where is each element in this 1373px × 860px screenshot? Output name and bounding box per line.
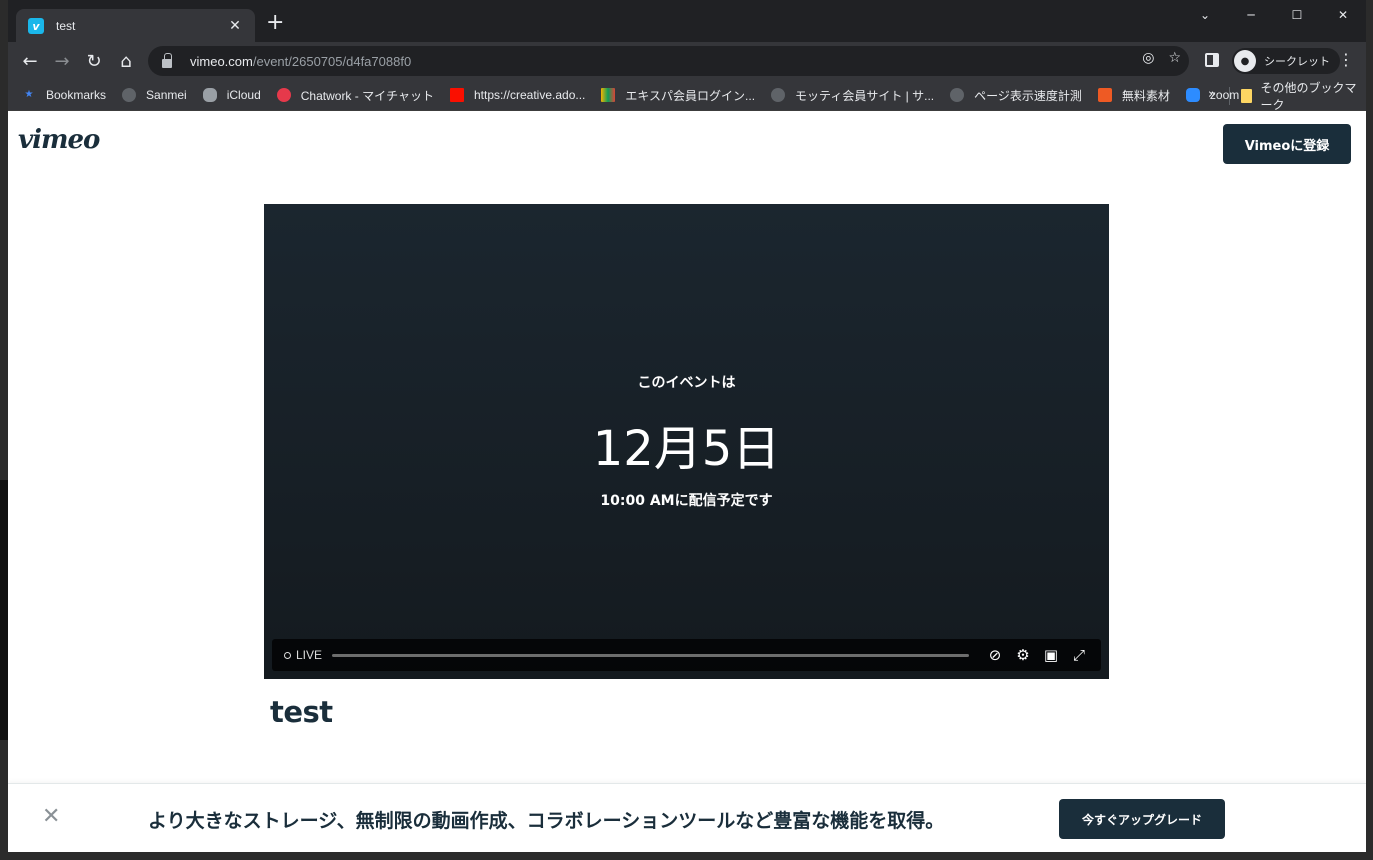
event-pre-text: このイベントは xyxy=(637,375,736,391)
address-bar[interactable]: vimeo.com/event/2650705/d4fa7088f0 ◎ ☆ xyxy=(148,46,1189,76)
progress-bar[interactable] xyxy=(332,653,969,657)
bookmark-label: モッティ会員サイト | サ... xyxy=(795,88,935,103)
new-tab-button[interactable]: + xyxy=(266,12,284,34)
window-controls: ⌄ ─ ☐ ✕ xyxy=(1182,0,1366,30)
taskbar-peek xyxy=(0,852,1373,860)
vimeo-event-page: vimeo Vimeoに登録 このイベントは 12月5日 10:00 AMに配信… xyxy=(8,111,1366,852)
minimize-button[interactable]: ─ xyxy=(1228,0,1274,30)
eye-off-icon[interactable]: ◎ xyxy=(1142,50,1154,66)
bookmark-item[interactable]: ページ表示速度計測 xyxy=(950,87,1082,104)
bookmark-star-icon[interactable]: ☆ xyxy=(1168,50,1181,66)
fullscreen-icon[interactable]: ⤢ xyxy=(1065,646,1093,664)
globe-icon xyxy=(950,88,965,102)
bookmark-label: iCloud xyxy=(226,88,261,102)
bookmark-item[interactable]: モッティ会員サイト | サ... xyxy=(771,87,934,104)
side-panel-icon[interactable] xyxy=(1205,53,1219,67)
signup-button[interactable]: Vimeoに登録 xyxy=(1223,124,1351,164)
folder-icon xyxy=(1241,88,1252,103)
browser-window: v test ✕ + ⌄ ─ ☐ ✕ ← → ↻ ⌂ vimeo.com/eve… xyxy=(8,0,1366,852)
bookmark-item[interactable]: https://creative.ado... xyxy=(449,88,586,102)
bookmark-label: 無料素材 xyxy=(1121,88,1170,103)
bookmarks-overflow-icon[interactable]: » xyxy=(1208,87,1216,102)
menu-kebab-icon[interactable]: ⋮ xyxy=(1338,52,1354,68)
zoom-icon xyxy=(1185,88,1200,102)
lock-icon xyxy=(162,52,172,68)
event-date: 12月5日 xyxy=(592,421,781,477)
bookmark-item[interactable]: iCloud xyxy=(202,88,261,102)
tab-search-chevron-icon[interactable]: ⌄ xyxy=(1182,0,1228,30)
picture-in-picture-icon[interactable]: ▣ xyxy=(1037,646,1065,664)
globe-icon xyxy=(122,88,137,102)
bookmark-label: Bookmarks xyxy=(46,88,107,102)
bookmark-item[interactable]: ★ Bookmarks xyxy=(22,88,107,102)
settings-gear-icon[interactable]: ⚙ xyxy=(1009,646,1037,664)
bookmark-item[interactable]: Sanmei xyxy=(122,88,187,102)
bookmark-label: https://creative.ado... xyxy=(473,88,586,102)
apple-icon xyxy=(202,88,217,102)
desktop-background xyxy=(0,480,8,740)
player-controls: LIVE ⊘ ⚙ ▣ ⤢ xyxy=(272,639,1101,671)
bookmark-label: Chatwork - マイチャット xyxy=(300,88,434,103)
event-time: 10:00 AMに配信予定です xyxy=(600,493,773,509)
close-window-button[interactable]: ✕ xyxy=(1320,0,1366,30)
live-label: LIVE xyxy=(296,648,323,662)
home-icon[interactable]: ⌂ xyxy=(114,49,138,73)
bookmark-item[interactable]: エキスパ会員ログイン... xyxy=(601,87,755,104)
incognito-label: シークレット xyxy=(1264,55,1330,68)
star-icon: ★ xyxy=(24,89,34,100)
bookmark-label: ページ表示速度計測 xyxy=(974,88,1082,103)
bookmark-label: エキスパ会員ログイン... xyxy=(625,88,756,103)
live-indicator: LIVE xyxy=(284,648,322,662)
upgrade-banner: ✕ より大きなストレージ、無制限の動画作成、コラボレーションツールなど豊富な機能… xyxy=(8,783,1366,852)
adobe-icon xyxy=(449,88,464,102)
bookmarks-divider xyxy=(1229,87,1230,105)
other-bookmarks[interactable]: その他のブックマーク xyxy=(1241,80,1366,112)
tab-active[interactable]: v test ✕ xyxy=(16,9,255,43)
chatwork-icon xyxy=(276,88,291,102)
bookmark-label: Sanmei xyxy=(146,88,187,102)
video-player[interactable]: このイベントは 12月5日 10:00 AMに配信予定です LIVE ⊘ ⚙ ▣… xyxy=(264,204,1109,679)
tab-title: test xyxy=(56,19,76,33)
forward-icon[interactable]: → xyxy=(50,49,74,73)
globe-icon xyxy=(771,88,786,102)
bookmark-item[interactable]: 無料素材 xyxy=(1097,87,1170,104)
back-icon[interactable]: ← xyxy=(18,49,42,73)
video-title: test xyxy=(270,695,333,729)
incognito-indicator[interactable]: ● シークレット xyxy=(1232,48,1340,74)
expa-icon xyxy=(601,88,616,102)
bookmark-item[interactable]: Chatwork - マイチャット xyxy=(276,87,434,104)
live-dot-icon xyxy=(284,651,291,659)
vimeo-logo[interactable]: vimeo xyxy=(18,125,100,155)
material-icon xyxy=(1097,88,1112,102)
bookmarks-bar: ★ Bookmarks Sanmei iCloud Chatwork - マイチャ… xyxy=(8,80,1366,112)
tab-close-icon[interactable]: ✕ xyxy=(227,18,243,34)
incognito-icon: ● xyxy=(1234,50,1256,72)
banner-text: より大きなストレージ、無制限の動画作成、コラボレーションツールなど豊富な機能を取… xyxy=(148,810,945,832)
other-bookmarks-label: その他のブックマーク xyxy=(1260,80,1357,112)
reload-icon[interactable]: ↻ xyxy=(82,49,106,73)
captions-off-icon[interactable]: ⊘ xyxy=(981,646,1009,664)
browser-toolbar: ← → ↻ ⌂ vimeo.com/event/2650705/d4fa7088… xyxy=(8,42,1366,80)
upgrade-button[interactable]: 今すぐアップグレード xyxy=(1059,799,1225,839)
close-icon[interactable]: ✕ xyxy=(42,804,60,830)
tab-strip: v test ✕ + ⌄ ─ ☐ ✕ xyxy=(8,0,1366,43)
url-text: vimeo.com/event/2650705/d4fa7088f0 xyxy=(190,53,412,69)
maximize-button[interactable]: ☐ xyxy=(1274,0,1320,30)
omnibox-actions: ◎ ☆ xyxy=(1142,50,1181,66)
vimeo-favicon-icon: v xyxy=(28,18,44,34)
